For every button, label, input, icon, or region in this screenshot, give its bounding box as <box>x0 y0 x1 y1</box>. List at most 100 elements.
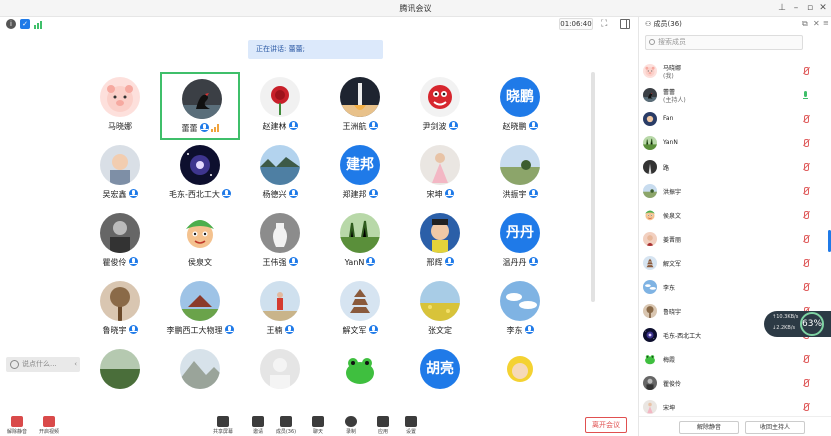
fullscreen-icon[interactable]: ⛶ <box>601 19 611 29</box>
close-chat-icon[interactable]: ‹ <box>74 357 77 372</box>
participant-name-row: 蕾蕾 <box>162 123 238 134</box>
member-row[interactable]: 洪振宇 <box>639 179 831 203</box>
unmute-all-button[interactable]: 解除静音 <box>679 421 739 434</box>
participant-tile[interactable]: 王洲航 <box>320 72 400 140</box>
participant-name: 王伟强 <box>262 258 287 267</box>
window-title: 腾讯会议 <box>399 4 432 13</box>
participant-tile[interactable] <box>80 344 160 412</box>
start-video-button[interactable]: 开启视频 <box>34 416 64 435</box>
signal-icon[interactable] <box>34 19 44 29</box>
participant-tile[interactable]: 洪振宇 <box>480 140 560 208</box>
chat-quick-input[interactable]: 说点什么... ‹ <box>6 357 80 372</box>
participant-tile[interactable]: 马晓娜 <box>80 72 160 140</box>
member-row[interactable]: 李东 <box>639 275 831 299</box>
menu-icon[interactable]: ≡ <box>823 19 829 27</box>
avatar <box>100 281 140 321</box>
member-row[interactable]: 马晓娜 (我) <box>639 59 831 83</box>
participant-tile[interactable] <box>480 344 560 412</box>
participant-tile[interactable] <box>160 344 240 412</box>
reclaim-host-button[interactable]: 收回主持人 <box>745 421 805 434</box>
mic-muted-icon[interactable] <box>802 403 810 411</box>
mic-icon[interactable] <box>802 91 810 99</box>
participant-tile[interactable]: 胡亮 <box>400 344 480 412</box>
mic-icon <box>224 325 234 334</box>
network-status-widget[interactable]: ↑10.3KB/s ↓2.2KB/s 63% <box>764 311 831 337</box>
members-button[interactable]: 成员(36) <box>271 416 301 435</box>
mic-muted-icon[interactable] <box>802 163 810 171</box>
invite-button[interactable]: 邀请 <box>243 416 273 435</box>
participant-tile[interactable]: 建邦 郑建邦 <box>320 140 400 208</box>
mic-muted-icon[interactable] <box>802 355 810 363</box>
mic-muted-icon[interactable] <box>802 115 810 123</box>
mic-muted-icon[interactable] <box>802 139 810 147</box>
emoji-icon[interactable] <box>10 360 19 369</box>
share-screen-button[interactable]: 共享屏幕 <box>208 416 238 435</box>
member-row[interactable]: 姜晋丽 <box>639 227 831 251</box>
participant-tile[interactable]: 邢辉 <box>400 208 480 276</box>
member-row[interactable]: 梅霞 <box>639 347 831 371</box>
member-row[interactable]: 蕾蕾 (主持人) <box>639 83 831 107</box>
record-button[interactable]: 录制 <box>336 416 366 435</box>
participant-tile[interactable]: YanN <box>320 208 400 276</box>
participant-tile[interactable]: 吴宏鑫 <box>80 140 160 208</box>
participant-tile[interactable]: 王伟强 <box>240 208 320 276</box>
maximize-icon[interactable]: ▫ <box>804 2 816 14</box>
member-row[interactable]: 瞿俊伶 <box>639 371 831 395</box>
pin-icon[interactable]: ⊥ <box>776 2 788 14</box>
mic-muted-icon[interactable] <box>802 259 810 267</box>
mic-muted-icon[interactable] <box>802 187 810 195</box>
member-row[interactable]: 解文军 <box>639 251 831 275</box>
close-icon[interactable]: ✕ <box>817 2 829 14</box>
member-row[interactable]: 路 <box>639 155 831 179</box>
participant-tile[interactable]: 侯泉文 <box>160 208 240 276</box>
shield-icon[interactable]: ✓ <box>20 19 30 29</box>
member-name: 毛东-西北工大 <box>663 333 702 340</box>
participant-name: 毛东-西北工大 <box>169 190 220 199</box>
member-role: (我) <box>663 73 674 80</box>
info-icon[interactable]: i <box>6 19 16 29</box>
chat-button[interactable]: 聊天 <box>303 416 333 435</box>
participant-tile[interactable]: 宋坤 <box>400 140 480 208</box>
close-panel-icon[interactable]: ✕ <box>813 19 820 28</box>
participant-tile[interactable]: 晓鹏 赵晓鹏 <box>480 72 560 140</box>
mic-muted-icon[interactable] <box>802 67 810 75</box>
avatar <box>260 77 300 117</box>
participant-tile[interactable]: 李东 <box>480 276 560 344</box>
mic-muted-icon[interactable] <box>802 235 810 243</box>
participant-tile[interactable]: 王楠 <box>240 276 320 344</box>
participant-tile[interactable]: 张文定 <box>400 276 480 344</box>
apps-button[interactable]: 应用 <box>368 416 398 435</box>
popout-icon[interactable]: ⧉ <box>802 19 808 29</box>
participant-tile[interactable]: 尹剑波 <box>400 72 480 140</box>
leave-meeting-button[interactable]: 离开会议 <box>585 417 627 433</box>
chat-icon <box>312 416 324 427</box>
member-row[interactable]: Fan <box>639 107 831 131</box>
mic-muted-icon[interactable] <box>802 379 810 387</box>
participant-tile[interactable]: 杨德兴 <box>240 140 320 208</box>
mic-icon <box>524 325 534 334</box>
participant-tile[interactable] <box>320 344 400 412</box>
member-row[interactable]: YanN <box>639 131 831 155</box>
participant-tile[interactable]: 毛东-西北工大 <box>160 140 240 208</box>
layout-toggle-icon[interactable] <box>620 19 630 29</box>
grid-scrollbar[interactable] <box>591 72 595 302</box>
minimize-icon[interactable]: – <box>790 2 802 14</box>
unmute-button[interactable]: 解除静音 <box>2 416 32 435</box>
participant-tile[interactable]: 李鹏西工大物理 <box>160 276 240 344</box>
participant-name: 赵建林 <box>262 122 287 131</box>
mic-muted-icon[interactable] <box>802 283 810 291</box>
mic-muted-icon[interactable] <box>802 211 810 219</box>
participant-tile[interactable]: 赵建林 <box>240 72 320 140</box>
member-row[interactable]: 侯泉文 <box>639 203 831 227</box>
member-search-input[interactable]: 搜索成员 <box>645 35 803 50</box>
participant-tile[interactable]: 解文军 <box>320 276 400 344</box>
participant-tile[interactable]: 丹丹 温丹丹 <box>480 208 560 276</box>
participant-tile[interactable]: 鲁晓宇 <box>80 276 160 344</box>
settings-button[interactable]: 设置 <box>396 416 426 435</box>
avatar <box>100 145 140 185</box>
mic-icon <box>128 325 138 334</box>
bottom-control-bar: 解除静音 开启视频 共享屏幕 邀请 成员(36) 聊天 录制 应用 设置 <box>0 414 638 436</box>
participant-tile[interactable] <box>240 344 320 412</box>
participant-tile[interactable]: 瞿俊伶 <box>80 208 160 276</box>
participant-tile[interactable]: 蕾蕾 <box>160 72 240 140</box>
